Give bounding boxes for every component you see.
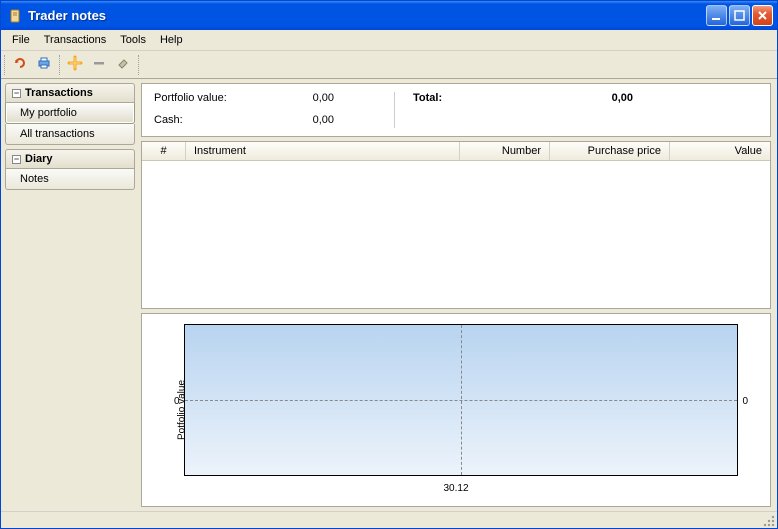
statusbar (1, 511, 777, 528)
summary-divider (394, 92, 395, 128)
portfolio-value: 0,00 (274, 92, 354, 106)
chart-x-tick: 30.12 (443, 483, 468, 494)
cash-value: 0,00 (274, 114, 354, 128)
chart-plot-area (184, 324, 738, 476)
col-instrument[interactable]: Instrument (186, 142, 460, 160)
nav-group-transactions[interactable]: − Transactions (5, 83, 135, 103)
main-content: Portfolio value: 0,00 Cash: 0,00 Total: … (139, 79, 777, 511)
chart-gridline-v (461, 325, 462, 475)
toolbar-separator (4, 55, 5, 75)
menu-transactions[interactable]: Transactions (37, 32, 114, 48)
col-number[interactable]: Number (460, 142, 550, 160)
col-num[interactable]: # (142, 142, 186, 160)
toolbar (1, 51, 777, 79)
table-header: # Instrument Number Purchase price Value (142, 142, 770, 161)
collapse-icon: − (12, 155, 21, 164)
titlebar: Trader notes (1, 1, 777, 30)
maximize-button[interactable] (729, 5, 750, 26)
resize-grip[interactable] (763, 515, 775, 527)
sidebar-item-label: My portfolio (20, 107, 77, 119)
close-button[interactable] (752, 5, 773, 26)
refresh-icon (12, 55, 28, 74)
summary-left: Portfolio value: 0,00 Cash: 0,00 (154, 92, 394, 128)
nav-group-label: Transactions (25, 87, 93, 99)
total-label: Total: (413, 92, 553, 128)
summary-panel: Portfolio value: 0,00 Cash: 0,00 Total: … (141, 83, 771, 137)
table-body-empty (142, 161, 770, 308)
sidebar-item-label: Notes (20, 173, 49, 185)
print-button[interactable] (32, 53, 56, 77)
sidebar-item-all-transactions[interactable]: All transactions (5, 124, 135, 145)
sidebar-item-my-portfolio[interactable]: My portfolio (5, 103, 135, 124)
menu-file[interactable]: File (5, 32, 37, 48)
total-value: 0,00 (553, 92, 633, 128)
portfolio-value-label: Portfolio value: (154, 92, 274, 106)
toolbar-separator (138, 55, 139, 75)
add-button[interactable] (63, 53, 87, 77)
portfolio-chart: Potfolio value 0 0 30.12 (141, 313, 771, 507)
cash-label: Cash: (154, 114, 274, 128)
refresh-button[interactable] (8, 53, 32, 77)
menu-help[interactable]: Help (153, 32, 190, 48)
printer-icon (36, 55, 52, 74)
eraser-icon (115, 55, 131, 74)
window-title: Trader notes (28, 8, 706, 23)
main-body: − Transactions My portfolio All transact… (1, 79, 777, 511)
toolbar-separator (59, 55, 60, 75)
erase-button[interactable] (111, 53, 135, 77)
app-icon (7, 8, 23, 24)
minus-icon (91, 55, 107, 74)
chart-y-tick-left: 0 (174, 396, 180, 407)
nav-group-diary[interactable]: − Diary (5, 149, 135, 169)
sidebar-item-label: All transactions (20, 128, 95, 140)
nav-group-label: Diary (25, 153, 53, 165)
col-price[interactable]: Purchase price (550, 142, 670, 160)
holdings-table: # Instrument Number Purchase price Value (141, 141, 771, 309)
window-controls (706, 5, 773, 26)
sidebar-item-notes[interactable]: Notes (5, 169, 135, 190)
menu-tools[interactable]: Tools (113, 32, 153, 48)
plus-icon (67, 55, 83, 74)
sidebar: − Transactions My portfolio All transact… (1, 79, 139, 511)
chart-y-tick-right: 0 (742, 396, 748, 407)
minimize-button[interactable] (706, 5, 727, 26)
remove-button[interactable] (87, 53, 111, 77)
menubar: File Transactions Tools Help (1, 30, 777, 51)
collapse-icon: − (12, 89, 21, 98)
summary-right: Total: 0,00 (413, 92, 633, 128)
col-value[interactable]: Value (670, 142, 770, 160)
